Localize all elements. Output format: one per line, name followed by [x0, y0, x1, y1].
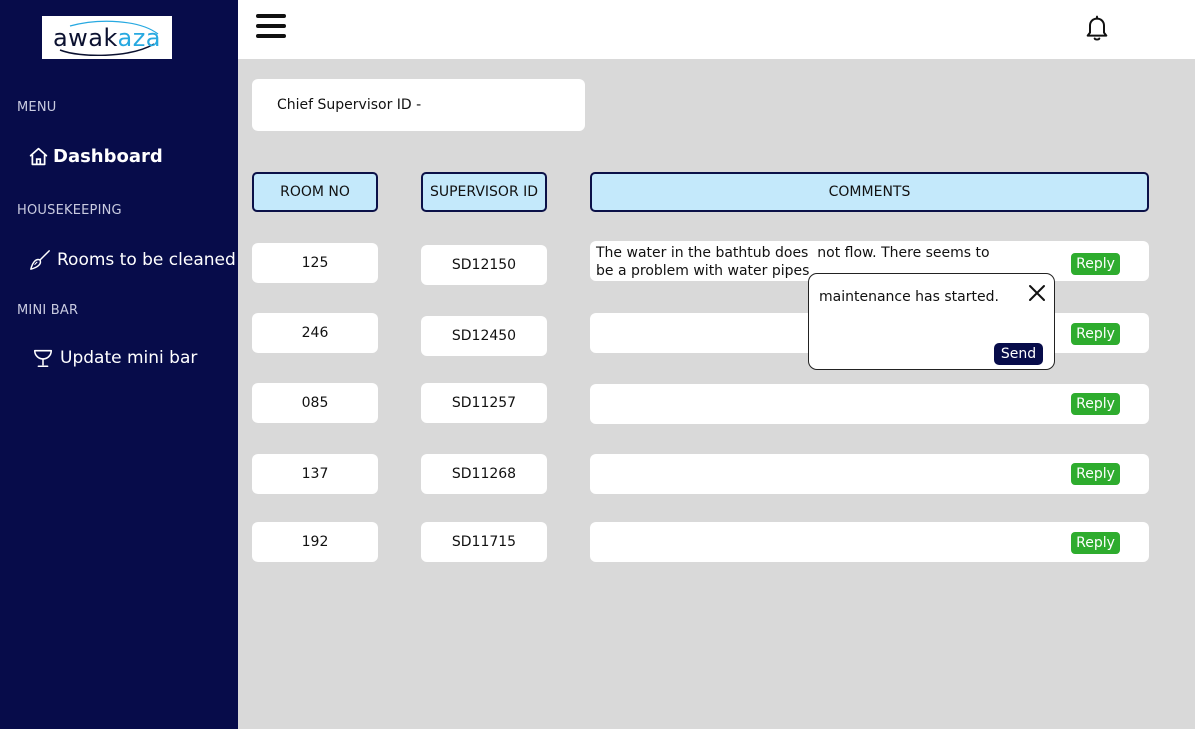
sidebar-item-update-mini-bar[interactable]: Update mini bar	[32, 347, 197, 369]
sidebar-item-dashboard[interactable]: Dashboard	[28, 146, 163, 167]
section-label-menu: MENU	[17, 100, 57, 115]
reply-popup: maintenance has started. Send	[808, 273, 1055, 370]
section-label-mini-bar: MINI BAR	[17, 303, 79, 318]
sidebar-item-rooms-to-be-cleaned[interactable]: Rooms to be cleaned	[29, 248, 236, 272]
top-bar	[238, 0, 1195, 59]
brand-name: awakaza	[52, 23, 162, 52]
cocktail-glass-icon	[33, 349, 53, 368]
room-no-cell: 085	[252, 383, 378, 423]
supervisor-id-cell: SD11715	[421, 522, 547, 562]
column-header-room-no: ROOM NO	[252, 172, 378, 212]
close-icon[interactable]	[1028, 284, 1046, 302]
column-header-supervisor-id: SUPERVISOR ID	[421, 172, 547, 212]
reply-button[interactable]: Reply	[1071, 463, 1120, 485]
reply-button[interactable]: Reply	[1071, 393, 1120, 415]
supervisor-id-cell: SD12150	[421, 245, 547, 285]
chief-supervisor-id: Chief Supervisor ID -	[252, 79, 585, 131]
column-header-comments: COMMENTS	[590, 172, 1149, 212]
sidebar-item-label: Dashboard	[53, 146, 163, 167]
supervisor-id-cell: SD12450	[421, 316, 547, 356]
reply-button[interactable]: Reply	[1071, 323, 1120, 345]
hamburger-menu-icon[interactable]	[256, 14, 286, 40]
comment-cell: Reply	[590, 454, 1149, 494]
home-icon	[29, 147, 48, 166]
broom-icon	[30, 250, 50, 270]
sidebar: awakaza MENU Dashboard HOUSEKEEPING Room…	[0, 0, 238, 729]
reply-button[interactable]: Reply	[1071, 532, 1120, 554]
sidebar-item-label: Rooms to be cleaned	[57, 250, 236, 270]
section-label-housekeeping: HOUSEKEEPING	[17, 203, 122, 218]
room-no-cell: 192	[252, 522, 378, 562]
room-no-cell: 125	[252, 243, 378, 283]
bell-icon[interactable]	[1083, 14, 1111, 42]
supervisor-id-cell: SD11268	[421, 454, 547, 494]
supervisor-id-cell: SD11257	[421, 383, 547, 423]
reply-message-input[interactable]: maintenance has started.	[819, 289, 999, 305]
brand-logo[interactable]: awakaza	[42, 16, 172, 59]
room-no-cell: 246	[252, 313, 378, 353]
room-no-cell: 137	[252, 454, 378, 494]
sidebar-item-label: Update mini bar	[60, 348, 198, 368]
send-button[interactable]: Send	[994, 343, 1043, 365]
comment-cell: Reply	[590, 522, 1149, 562]
comment-cell: Reply	[590, 384, 1149, 424]
reply-button[interactable]: Reply	[1071, 253, 1120, 275]
